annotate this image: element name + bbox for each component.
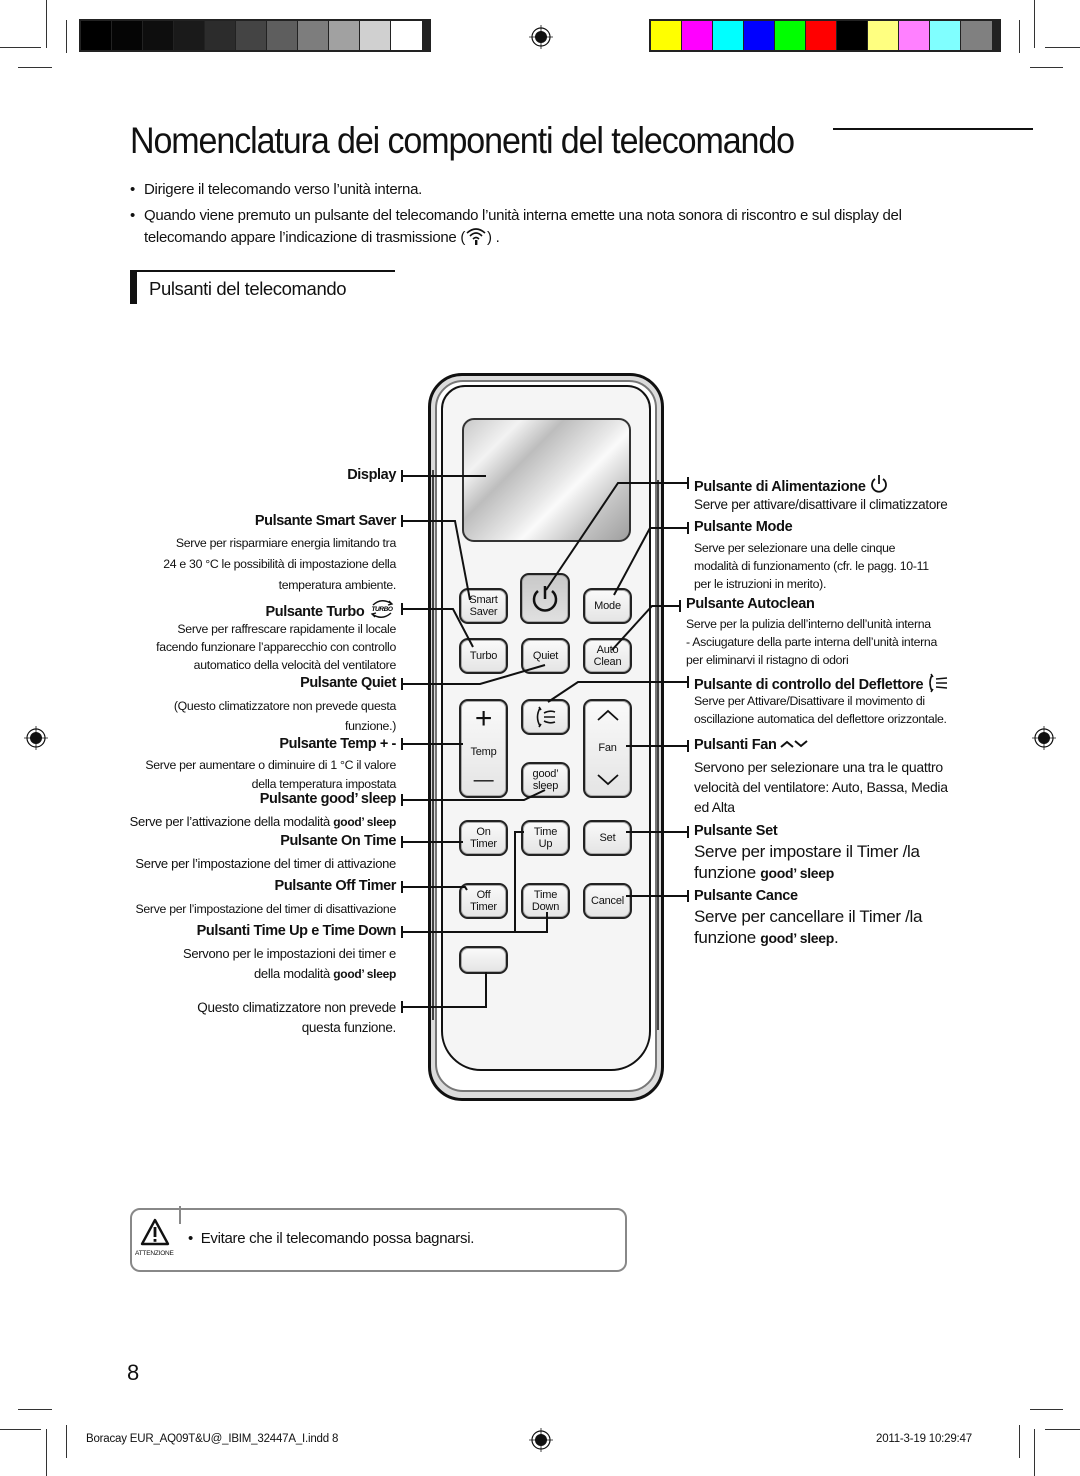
label-autoclean-desc: - Asciugature della parte interna dell’u… [686,635,937,649]
label-temp-title: Pulsante Temp + - [279,736,396,752]
leader-unused [401,972,487,1013]
label-fan-desc: Servono per selezionare una tra le quatt… [694,759,943,775]
label-smart-saver-desc: Serve per risparmiare energia limitando … [175,536,396,550]
label-smart-saver-desc: 24 e 30 °C le possibilità di impostazion… [163,557,396,571]
warning-triangle-icon [140,1218,170,1246]
good-sleep-brand: good’ sleep [760,865,835,881]
leader-cancel [626,890,689,902]
label-unused: questa funzione. [301,1020,397,1035]
label-mode-desc: Serve per selezionare una delle cinque [694,541,896,555]
label-deflector-desc: Serve per Attivare/Disattivare il movime… [694,694,925,708]
leader-quiet [401,664,546,690]
label-power-desc: Serve per attivare/disattivare il climat… [694,497,948,512]
label-set-desc: funzione good’ sleep [694,862,834,884]
label-turbo-desc: Serve per raffrescare rapidamente il loc… [177,622,396,636]
leader-turbo [401,603,474,648]
label-text: della modalità [253,966,334,981]
label-text: . [834,928,839,947]
label-text: funzione [694,928,761,947]
label-text: Pulsante [259,791,321,807]
fan-up-icon [780,740,794,748]
leader-autoclean [611,600,681,651]
label-display: Display [347,467,396,483]
label-text: Pulsante di Alimentazione [694,479,866,495]
deflector-swing-icon [929,673,948,693]
label-quiet-title: Pulsante Quiet [300,675,396,691]
label-smart-saver-desc: temperatura ambiente. [278,578,397,592]
leader-fan [626,740,689,752]
caution-separator [179,1206,181,1224]
leader-mode [613,522,689,596]
label-off-timer-title: Pulsante Off Timer [274,878,397,894]
label-text: Serve per l’attivazione della modalità [129,814,334,829]
label-text: funzione [694,863,761,882]
label-quiet-desc: funzione.) [344,719,396,733]
label-time-up-down-desc: Servono per le impostazioni dei timer e [182,946,396,961]
label-autoclean-desc: Serve per la pulizia dell’interno dell’u… [686,617,931,631]
label-on-time-desc: Serve per l’impostazione del timer di at… [135,856,396,871]
turbo-icon-text: TURBO [371,606,392,613]
label-smart-saver-title: Pulsante Smart Saver [254,513,397,529]
label-good-sleep-title: Pulsante good’ sleep [259,791,397,807]
label-turbo-desc: automatico della velocità del ventilator… [193,658,397,672]
label-turbo-desc: facendo funzionare l’apparecchio con con… [156,640,396,654]
leader-time-up-down [401,831,548,938]
caution-message: Evitare che il telecomando possa bagnars… [200,1230,475,1247]
label-on-time-title: Pulsante On Time [280,833,396,849]
label-power-title: Pulsante di Alimentazione [694,474,889,495]
leader-deflector [547,676,689,703]
caution-text: • Evitare che il telecomando possa bagna… [188,1230,474,1247]
label-unused: Questo climatizzatore non prevede [197,1000,396,1015]
label-mode-title: Pulsante Mode [694,519,793,535]
label-fan-desc: ed Alta [694,799,735,815]
label-off-timer-desc: Serve per l’impostazione del timer di di… [135,902,396,916]
footer-filename: Boracay EUR_AQ09T&U@_IBIM_32447A_I.indd … [86,1433,339,1445]
label-cancel-desc: Serve per cancellare il Timer /la [694,907,923,926]
label-cancel-title: Pulsante Cance [694,888,798,904]
label-time-up-down-title: Pulsanti Time Up e Time Down [196,923,397,939]
label-mode-desc: modalità di funzionamento (cfr. le pagg.… [694,559,929,573]
leader-set [626,826,689,838]
label-autoclean-title: Pulsante Autoclean [686,596,815,612]
label-deflector-title: Pulsante di controllo del Deflettore [694,673,949,693]
turbo-icon: TURBO [370,600,393,618]
power-icon [871,475,888,493]
label-quiet-desc: (Questo climatizzatore non prevede quest… [173,699,396,713]
label-fan-desc: velocità del ventilatore: Auto, Bassa, M… [694,779,948,795]
leader-good-sleep [401,789,546,806]
label-deflector-desc: oscillazione automatica del deflettore o… [694,712,947,726]
leader-smart-saver [401,515,471,601]
footer-timestamp: 2011-3-19 10:29:47 [876,1433,972,1445]
label-turbo-title: Pulsante Turbo TURBO [265,599,396,620]
label-cancel-desc: funzione good’ sleep. [694,927,839,949]
label-autoclean-desc: per eliminarvi il ristagno di odori [686,653,849,667]
bullet: • [188,1230,193,1247]
label-set-desc: Serve per impostare il Timer /la [694,842,920,861]
leader-power [545,477,689,591]
label-text: Pulsante di controllo del Deflettore [694,677,924,693]
label-set-title: Pulsante Set [694,823,778,839]
page-number: 8 [127,1360,140,1385]
good-sleep-brand: good’ sleep [333,815,396,829]
good-sleep-brand: good’ sleep [760,930,835,946]
good-sleep-brand: good’ sleep [320,791,397,807]
label-temp-desc: Serve per aumentare o diminuire di 1 °C … [145,758,396,772]
leader-off-timer [401,881,468,893]
good-sleep-brand: good’ sleep [333,967,396,981]
label-text: Pulsanti Fan [694,737,777,753]
fan-down-icon [794,740,808,748]
caution-label: ATTENZIONE [135,1250,174,1257]
label-time-up-down-desc: della modalità good’ sleep [254,964,396,984]
label-mode-desc: per le istruzioni in merito). [694,577,827,591]
label-text: Pulsante Turbo [265,604,365,620]
label-fan-title: Pulsanti Fan [694,737,808,753]
leader-display [401,470,486,482]
label-good-sleep-desc: Serve per l’attivazione della modalità g… [129,812,397,832]
